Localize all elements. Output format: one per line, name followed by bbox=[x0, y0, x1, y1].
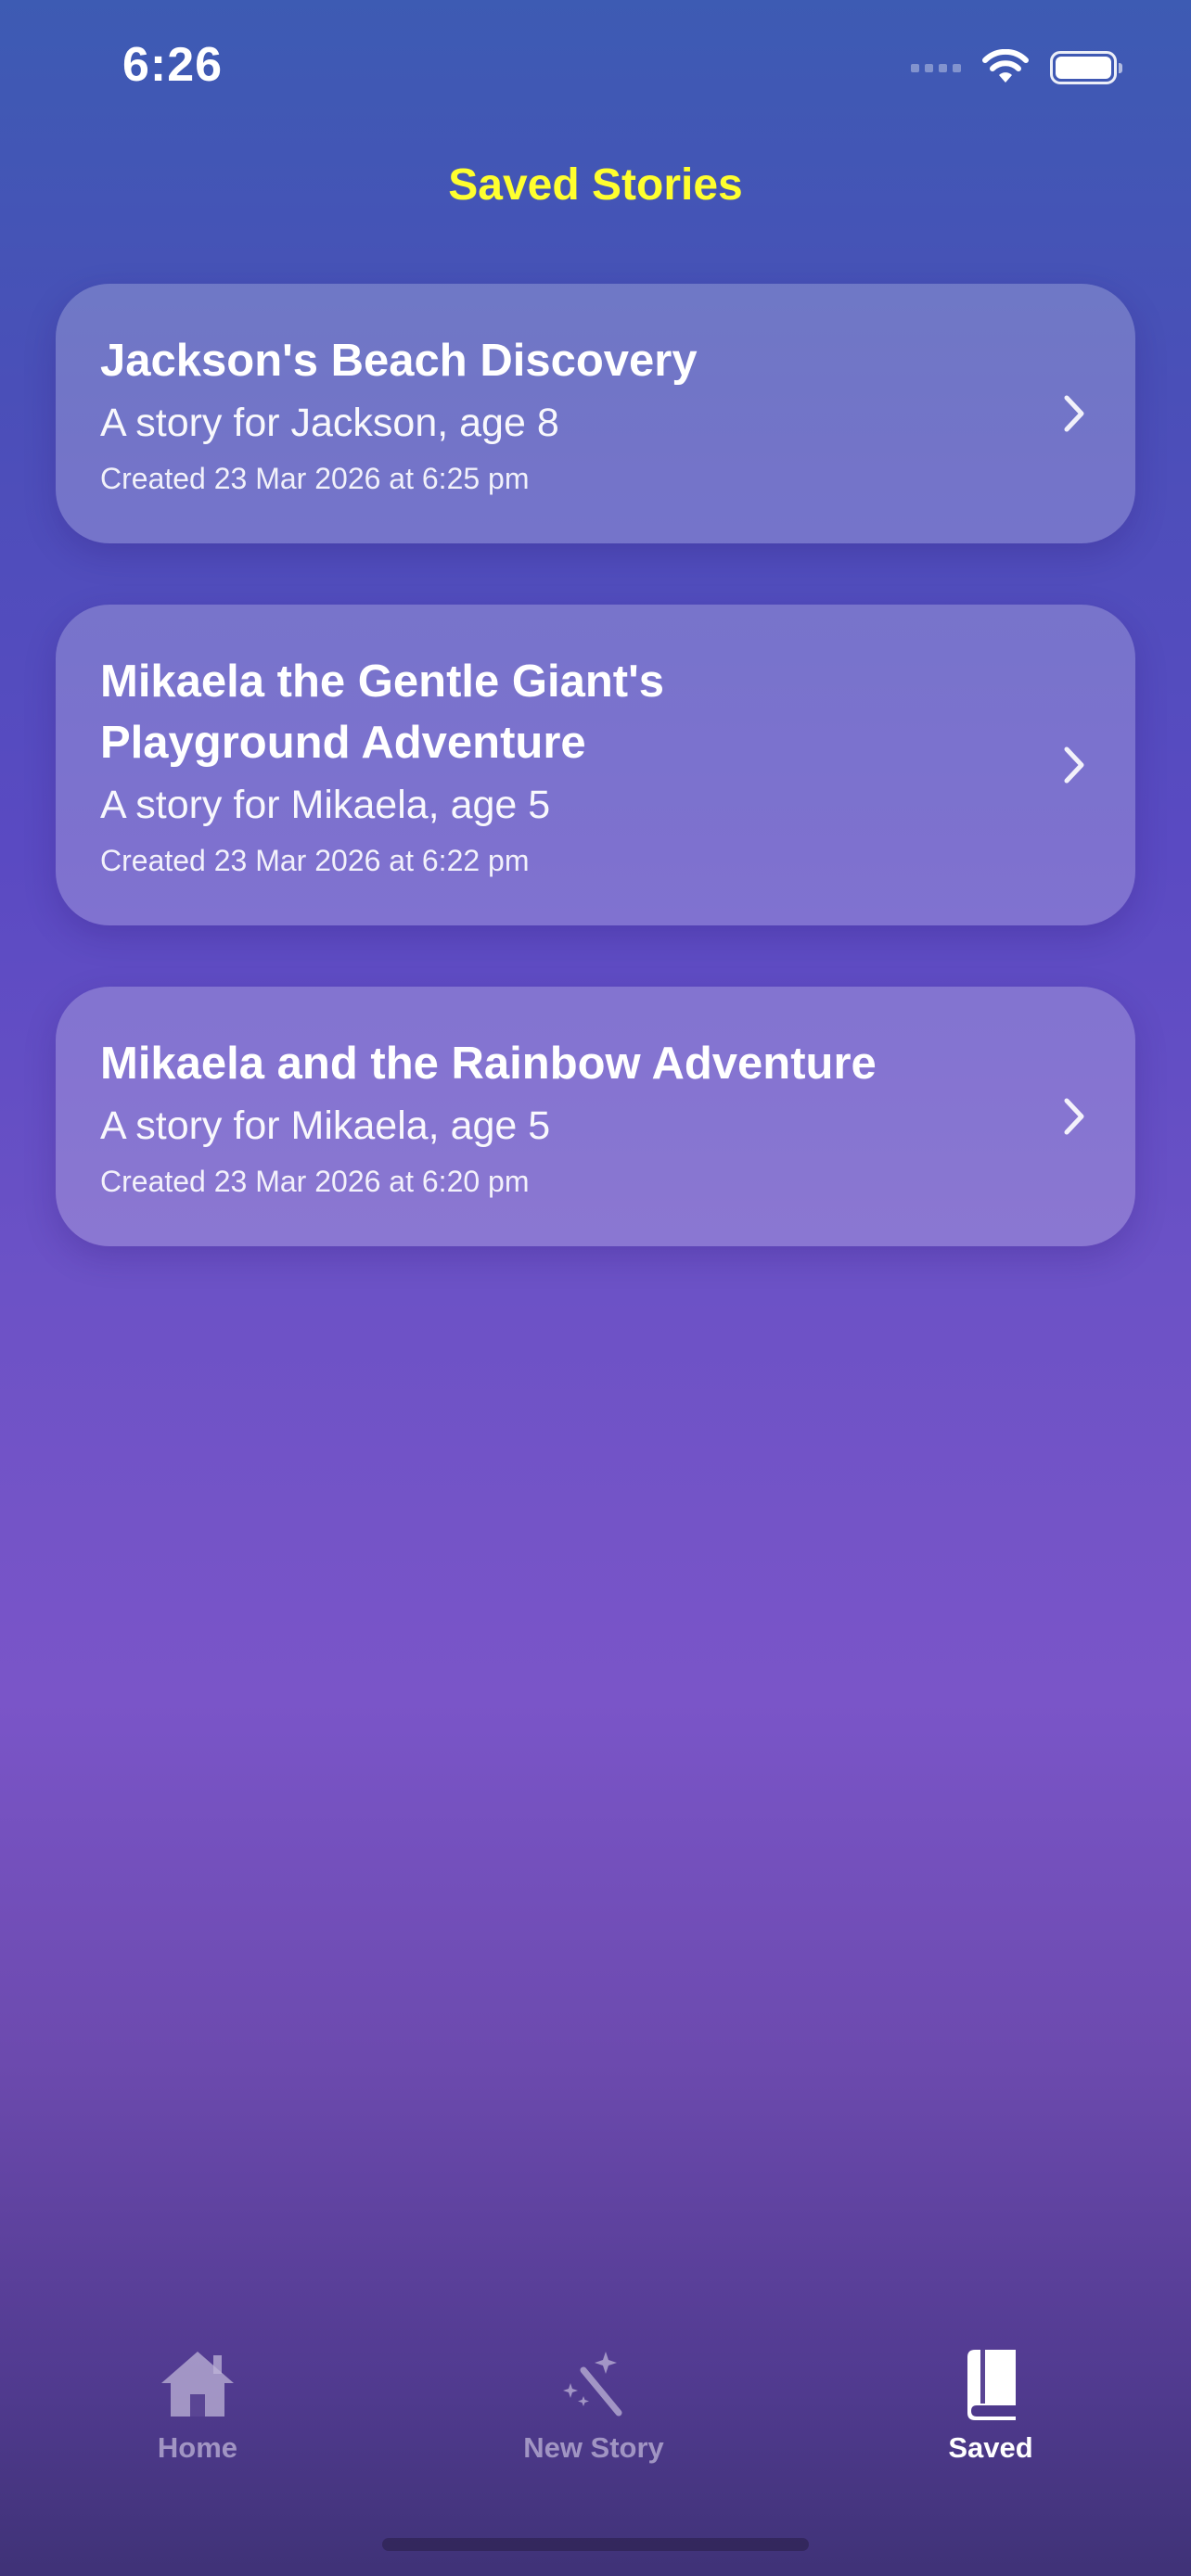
chevron-right-icon bbox=[1064, 395, 1084, 432]
status-icons bbox=[911, 46, 1122, 89]
status-bar: 6:26 bbox=[0, 0, 1191, 139]
tab-label: New Story bbox=[523, 2431, 664, 2464]
home-indicator[interactable] bbox=[382, 2538, 809, 2551]
tab-bar: Home New Story Saved bbox=[0, 2346, 1191, 2494]
story-card[interactable]: Mikaela the Gentle Giant's Playground Ad… bbox=[56, 605, 1135, 925]
story-card[interactable]: Jackson's Beach Discovery A story for Ja… bbox=[56, 284, 1135, 543]
story-subtitle: A story for Mikaela, age 5 bbox=[100, 783, 551, 827]
story-subtitle: A story for Mikaela, age 5 bbox=[100, 1103, 551, 1148]
tab-saved[interactable]: Saved bbox=[861, 2346, 1121, 2465]
chevron-right-icon bbox=[1064, 746, 1084, 784]
story-card[interactable]: Mikaela and the Rainbow Adventure A stor… bbox=[56, 987, 1135, 1246]
story-created-date: Created 23 Mar 2026 at 6:20 pm bbox=[100, 1165, 530, 1198]
battery-icon bbox=[1050, 51, 1122, 84]
chevron-right-icon bbox=[1064, 1098, 1084, 1135]
tab-new-story[interactable]: New Story bbox=[464, 2346, 724, 2465]
story-title: Mikaela the Gentle Giant's Playground Ad… bbox=[100, 657, 665, 768]
story-created-date: Created 23 Mar 2026 at 6:22 pm bbox=[100, 844, 530, 877]
tab-home[interactable]: Home bbox=[68, 2346, 327, 2465]
story-created-date: Created 23 Mar 2026 at 6:25 pm bbox=[100, 462, 530, 495]
cellular-signal-icon bbox=[911, 63, 961, 72]
story-list: Jackson's Beach Discovery A story for Ja… bbox=[56, 284, 1135, 1307]
story-subtitle: A story for Jackson, age 8 bbox=[100, 401, 559, 445]
story-title: Jackson's Beach Discovery bbox=[100, 336, 698, 386]
tab-label: Saved bbox=[948, 2431, 1033, 2464]
house-icon bbox=[161, 2352, 234, 2417]
page-title: Saved Stories bbox=[448, 160, 743, 210]
story-title: Mikaela and the Rainbow Adventure bbox=[100, 1039, 877, 1089]
magic-wand-icon bbox=[563, 2352, 622, 2417]
tab-label: Home bbox=[157, 2431, 238, 2464]
book-icon bbox=[967, 2350, 1016, 2420]
wifi-icon bbox=[982, 49, 1029, 83]
status-time: 6:26 bbox=[122, 38, 224, 92]
